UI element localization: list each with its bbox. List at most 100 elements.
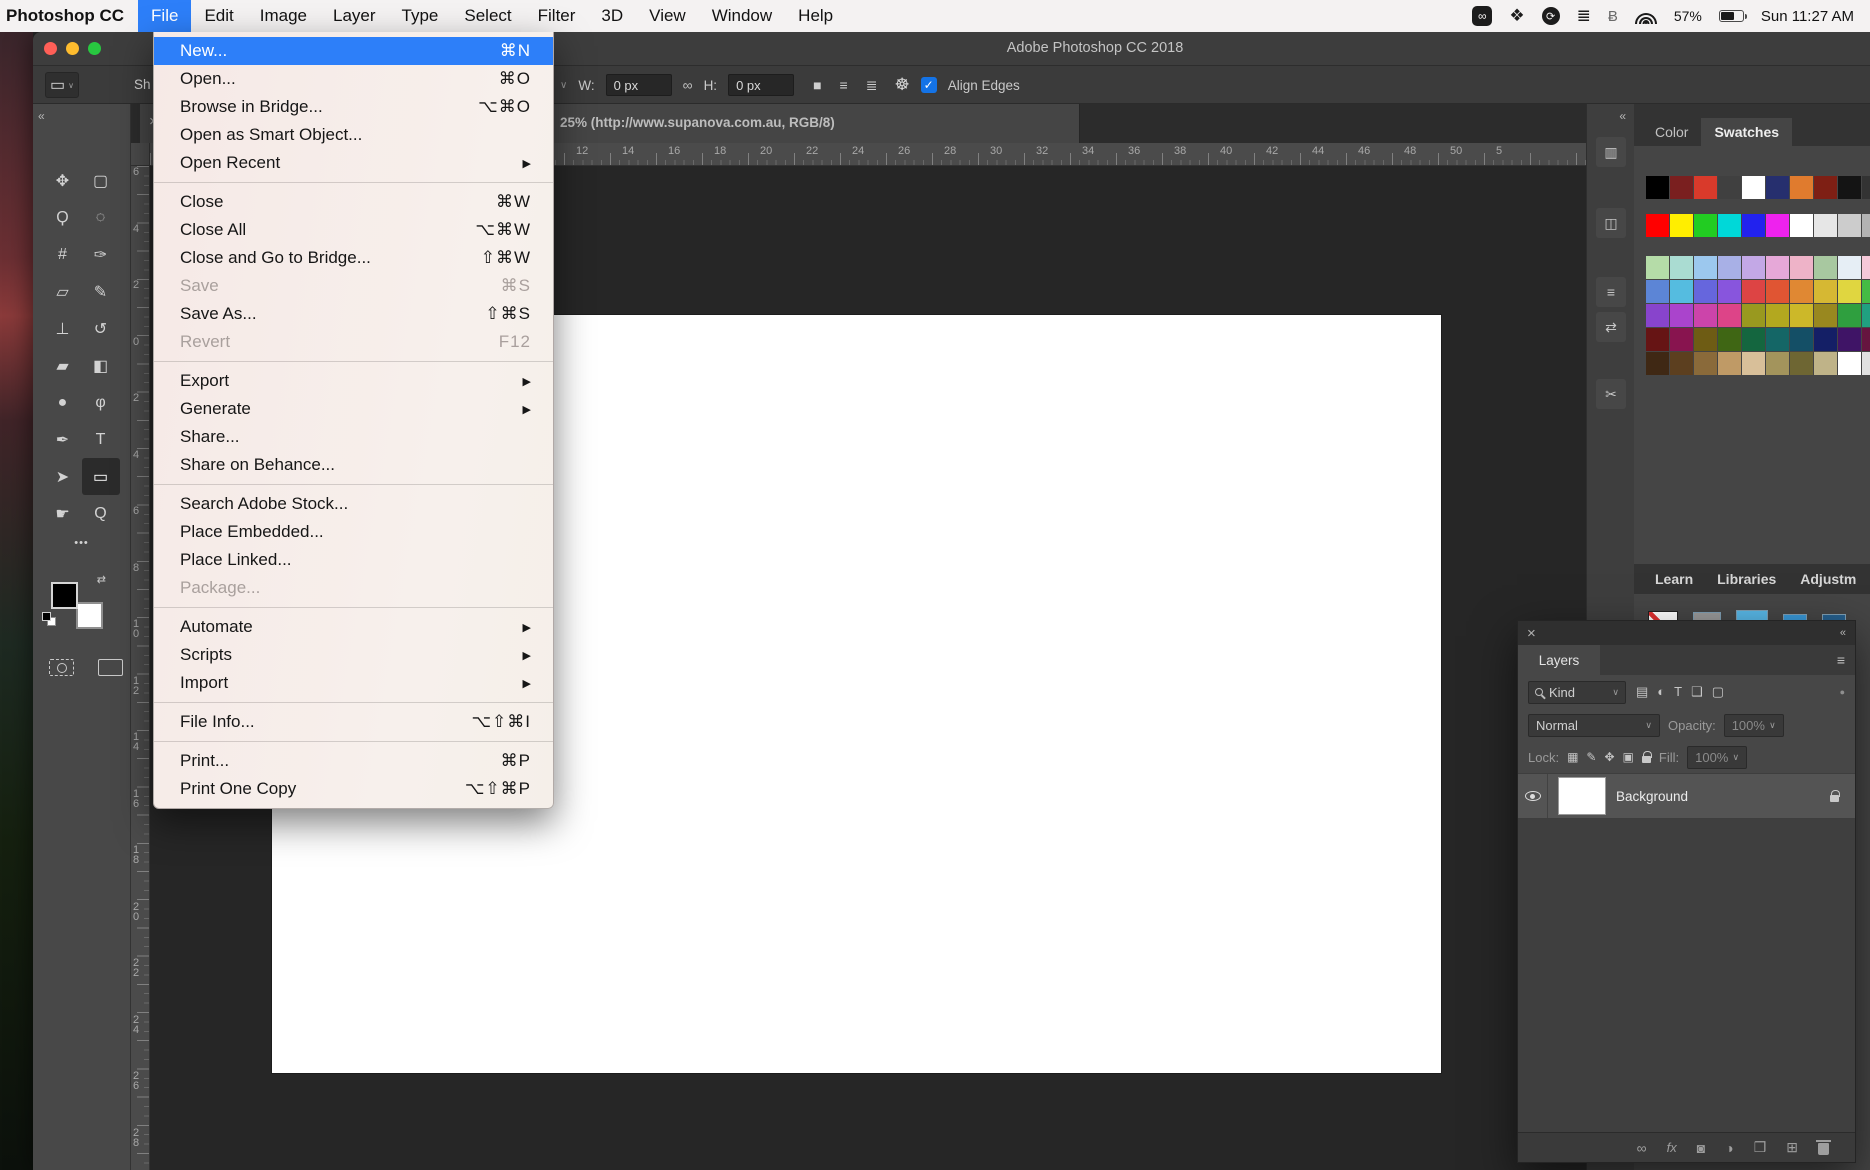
color-swatch[interactable] — [1766, 280, 1789, 303]
color-swatch[interactable] — [1766, 256, 1789, 279]
color-swatch[interactable] — [1742, 304, 1765, 327]
color-swatch[interactable] — [1694, 176, 1717, 199]
file-menu-item-automate[interactable]: Automate▶ — [154, 613, 553, 641]
color-swatch[interactable] — [1862, 214, 1870, 237]
hand-tool[interactable]: ☛ — [44, 495, 82, 532]
color-swatch[interactable] — [1766, 328, 1789, 351]
chevron-down-icon[interactable]: ∨ — [560, 80, 567, 91]
dropbox-icon[interactable]: ❖ — [1509, 6, 1524, 26]
path-selection-tool[interactable]: ➤ — [44, 458, 82, 495]
color-swatch[interactable] — [1718, 256, 1741, 279]
new-group-icon[interactable]: ❒ — [1754, 1139, 1767, 1156]
color-swatch[interactable] — [1742, 328, 1765, 351]
color-swatch[interactable] — [1814, 214, 1837, 237]
color-swatch[interactable] — [1670, 176, 1693, 199]
color-swatch[interactable] — [1862, 176, 1870, 199]
creative-cloud-icon[interactable]: ∞ — [1472, 6, 1492, 26]
tab-libraries[interactable]: Libraries — [1706, 571, 1787, 587]
rectangle-tool[interactable]: ▭ — [82, 458, 120, 495]
tab-adjustments[interactable]: Adjustm — [1789, 571, 1867, 587]
color-swatch[interactable] — [1670, 214, 1693, 237]
file-menu-item-place-linked[interactable]: Place Linked... — [154, 546, 553, 574]
stack-icon[interactable]: ≣ — [1577, 6, 1591, 26]
lock-artboard-icon[interactable]: ▣ — [1623, 750, 1634, 764]
panel-brush-settings-icon[interactable]: ≡ — [1596, 277, 1626, 307]
tab-layers[interactable]: Layers — [1518, 645, 1600, 675]
panel-menu-icon[interactable]: ≡ — [1837, 652, 1855, 668]
color-swatch[interactable] — [1862, 352, 1870, 375]
filter-smart-object-icon[interactable]: ▢ — [1712, 684, 1724, 700]
filter-shape-layers-icon[interactable]: ❑ — [1691, 684, 1703, 700]
history-brush-tool[interactable]: ↺ — [82, 310, 120, 347]
color-swatch[interactable] — [1838, 328, 1861, 351]
color-swatch[interactable] — [1694, 280, 1717, 303]
color-swatch[interactable] — [1742, 214, 1765, 237]
color-swatch[interactable] — [1646, 352, 1669, 375]
color-swatch[interactable] — [1814, 304, 1837, 327]
menubar-menu-edit[interactable]: Edit — [191, 0, 246, 32]
opacity-dropdown[interactable]: 100%∨ — [1724, 714, 1784, 737]
color-swatch[interactable] — [1814, 352, 1837, 375]
color-swatch[interactable] — [1862, 280, 1870, 303]
add-layer-mask-icon[interactable]: ◙ — [1697, 1140, 1705, 1156]
lock-pixels-icon[interactable]: ✎ — [1586, 750, 1596, 764]
color-swatch[interactable] — [1694, 328, 1717, 351]
menubar-menu-window[interactable]: Window — [699, 0, 785, 32]
file-menu-item-share-on-behance[interactable]: Share on Behance... — [154, 451, 553, 479]
file-menu-item-print[interactable]: Print...⌘P — [154, 747, 553, 775]
menubar-menu-select[interactable]: Select — [451, 0, 524, 32]
file-menu-item-new[interactable]: New...⌘N — [154, 37, 553, 65]
lock-transparency-icon[interactable]: ▦ — [1567, 750, 1578, 764]
minimize-window-button[interactable] — [66, 42, 79, 55]
arrange-layers-icon[interactable]: ≣ — [866, 77, 878, 94]
color-swatch[interactable] — [1766, 214, 1789, 237]
color-swatch[interactable] — [1742, 352, 1765, 375]
color-swatch[interactable] — [1718, 176, 1741, 199]
menubar-menu-3d[interactable]: 3D — [588, 0, 636, 32]
dodge-tool[interactable]: φ — [82, 384, 120, 421]
swap-colors-icon[interactable]: ⇄ — [97, 573, 106, 586]
color-swatch[interactable] — [1694, 352, 1717, 375]
clone-stamp-tool[interactable]: ⊥ — [44, 310, 82, 347]
layer-visibility-toggle[interactable] — [1518, 774, 1548, 818]
app-menu-title[interactable]: Photoshop CC — [0, 0, 138, 32]
file-menu-item-generate[interactable]: Generate▶ — [154, 395, 553, 423]
color-swatch[interactable] — [1742, 256, 1765, 279]
color-swatch[interactable] — [1670, 328, 1693, 351]
file-menu-item-close-all[interactable]: Close All⌥⌘W — [154, 216, 553, 244]
link-layers-icon[interactable]: ∞ — [1637, 1140, 1647, 1156]
color-swatch[interactable] — [1790, 328, 1813, 351]
file-menu-item-close-and-go-to-bridge[interactable]: Close and Go to Bridge...⇧⌘W — [154, 244, 553, 272]
color-swatch[interactable] — [1646, 214, 1669, 237]
gear-icon[interactable]: ☸ — [894, 75, 909, 95]
panel-cut-icon[interactable]: ✂ — [1596, 379, 1626, 409]
sync-status-icon[interactable]: ⟳ — [1542, 7, 1560, 25]
color-swatch[interactable] — [1718, 214, 1741, 237]
brush-tool[interactable]: ✎ — [82, 273, 120, 310]
rectangular-marquee-tool[interactable]: ▢ — [82, 162, 120, 199]
color-swatch[interactable] — [1814, 328, 1837, 351]
color-swatch[interactable] — [1814, 176, 1837, 199]
file-menu-item-open-recent[interactable]: Open Recent▶ — [154, 149, 553, 177]
color-swatch[interactable] — [1670, 280, 1693, 303]
filter-toggle-icon[interactable]: ● — [1840, 687, 1845, 697]
quick-mask-icon[interactable] — [49, 659, 74, 676]
fill-dropdown[interactable]: 100%∨ — [1687, 746, 1747, 769]
file-menu-item-export[interactable]: Export▶ — [154, 367, 553, 395]
menubar-menu-filter[interactable]: Filter — [525, 0, 589, 32]
background-color-swatch[interactable] — [76, 602, 103, 629]
color-swatch[interactable] — [1646, 256, 1669, 279]
color-swatch[interactable] — [1766, 176, 1789, 199]
color-swatch[interactable] — [1694, 304, 1717, 327]
layer-thumbnail[interactable] — [1559, 778, 1605, 814]
type-tool[interactable]: T — [82, 421, 120, 458]
file-menu-item-file-info[interactable]: File Info...⌥⇧⌘I — [154, 708, 553, 736]
color-swatch[interactable] — [1694, 214, 1717, 237]
filter-kind-dropdown[interactable]: Kind ∨ — [1528, 681, 1626, 704]
blur-tool[interactable]: ● — [44, 384, 82, 421]
color-swatch[interactable] — [1646, 280, 1669, 303]
color-swatch[interactable] — [1670, 256, 1693, 279]
file-menu-item-import[interactable]: Import▶ — [154, 669, 553, 697]
filter-adjustment-layers-icon[interactable]: ◐ — [1657, 684, 1665, 700]
color-swatch[interactable] — [1718, 328, 1741, 351]
